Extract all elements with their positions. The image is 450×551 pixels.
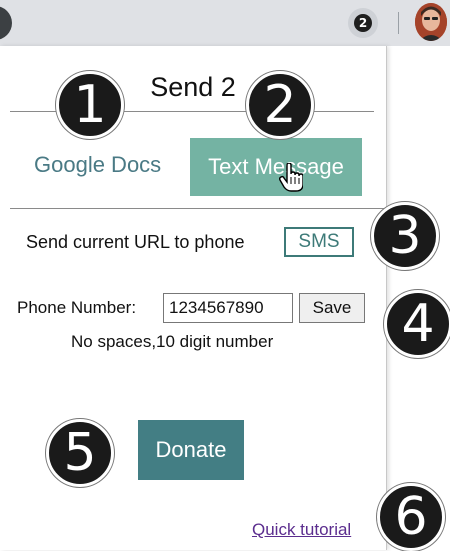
tabs-divider <box>10 208 388 209</box>
step-marker-6: 6 <box>377 483 445 551</box>
donate-button[interactable]: Donate <box>138 420 244 480</box>
browser-toolbar: 2 <box>0 0 450 46</box>
toolbar-control-edge <box>0 6 12 40</box>
toolbar-divider <box>398 12 399 34</box>
sms-button[interactable]: SMS <box>284 227 354 257</box>
phone-number-hint: No spaces,10 digit number <box>71 332 274 351</box>
sms-section-label: Send current URL to phone <box>26 232 245 252</box>
step-marker-3: 3 <box>371 202 439 270</box>
step-marker-4: 4 <box>384 290 450 358</box>
profile-avatar-icon[interactable] <box>415 3 447 41</box>
step-marker-2: 2 <box>246 71 314 139</box>
step-marker-1: 1 <box>56 71 124 139</box>
phone-number-input[interactable] <box>163 293 293 323</box>
quick-tutorial-link[interactable]: Quick tutorial <box>252 520 351 540</box>
extension-badge: 2 <box>354 14 372 32</box>
save-button[interactable]: Save <box>299 293 365 323</box>
send2-extension-icon[interactable]: 2 <box>348 8 378 38</box>
tab-text-message[interactable]: Text Message <box>190 138 362 196</box>
step-marker-5: 5 <box>46 419 114 487</box>
tab-google-docs[interactable]: Google Docs <box>34 152 161 178</box>
phone-number-label: Phone Number: <box>17 298 137 317</box>
hand-pointer-cursor-icon <box>279 163 303 192</box>
